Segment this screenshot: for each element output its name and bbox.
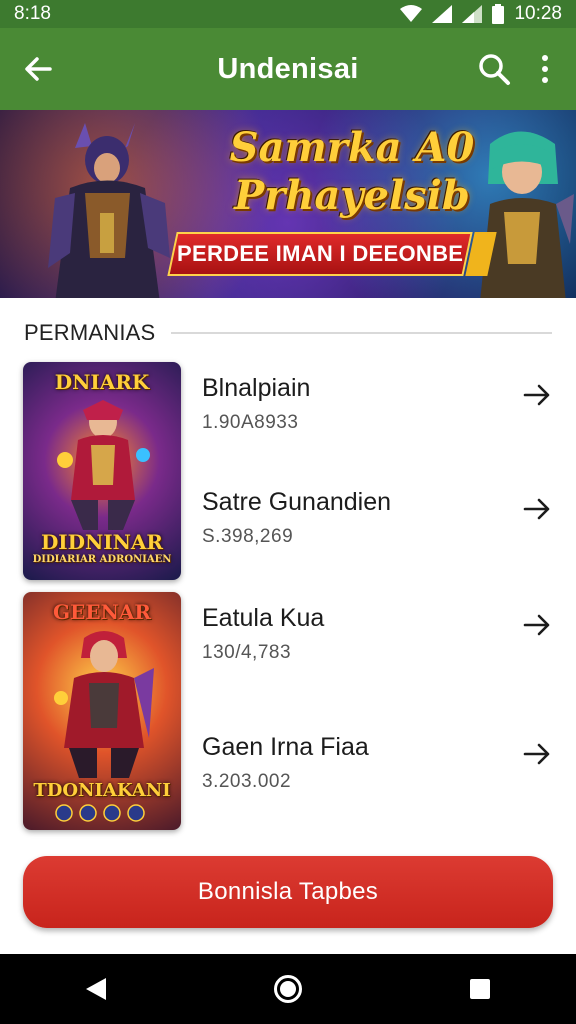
- hero-left-illustration: [48, 123, 170, 298]
- wifi-icon: [400, 5, 423, 22]
- arrow-right-icon[interactable]: [522, 380, 552, 410]
- back-arrow-icon: [25, 57, 52, 81]
- battery-icon: [492, 4, 505, 24]
- status-bar: 8:18 10:28: [0, 0, 576, 28]
- nav-recents-icon: [470, 979, 490, 999]
- nav-home-button[interactable]: [258, 959, 318, 1019]
- status-clock: 10:28: [514, 3, 562, 24]
- list-item-title: Gaen Irna Fiaa: [202, 733, 369, 761]
- arrow-right-icon[interactable]: [522, 739, 552, 769]
- more-vert-icon: [542, 55, 548, 83]
- card-art-subtitle: DIDNINAR: [40, 530, 164, 554]
- banner-ribbon: PERDEE IMAN I DEEONBE: [167, 232, 473, 276]
- search-icon: [479, 54, 510, 85]
- nav-back-button[interactable]: [66, 959, 126, 1019]
- list-item-title: Eatula Kua: [202, 604, 325, 632]
- card-art-title: GEENAR: [53, 600, 151, 624]
- section-header: PERMANIAS: [24, 318, 552, 348]
- section-divider: [171, 332, 552, 334]
- banner-title-line2: Prhayelsib: [234, 172, 470, 219]
- status-time: 8:18: [14, 3, 51, 24]
- list-item-title: Blnalpiain: [202, 374, 311, 402]
- list-item-subtitle: 3.203.002: [202, 771, 292, 792]
- promo-banner[interactable]: Samrka A0 Prhayelsib PERDEE IMAN I DEEON…: [0, 110, 576, 298]
- card-art-caption: DIDIARIAR ADRONIAEN: [32, 554, 172, 565]
- nav-recents-button[interactable]: [450, 959, 510, 1019]
- primary-action-button[interactable]: Bonnisla Tapbes: [23, 856, 553, 928]
- nav-back-icon: [86, 978, 106, 1000]
- back-button[interactable]: [16, 47, 60, 91]
- card-badges: [55, 804, 145, 822]
- more-options-button[interactable]: [530, 47, 560, 91]
- system-nav-bar: [0, 954, 576, 1024]
- section-title: PERMANIAS: [24, 320, 156, 345]
- list-item[interactable]: Gaen Irna Fiaa 3.203.002: [200, 733, 560, 813]
- arrow-right-icon[interactable]: [522, 610, 552, 640]
- banner-title: Samrka A0 Prhayelsib: [222, 124, 482, 220]
- list-item-title: Satre Gunandien: [202, 488, 392, 516]
- banner-ribbon-text: PERDEE IMAN I DEEONBE: [176, 241, 464, 266]
- list-item[interactable]: Blnalpiain 1.90A8933: [200, 374, 560, 454]
- nav-home-icon: [274, 975, 302, 1003]
- signal-icon: [462, 5, 483, 23]
- signal-icon: [432, 5, 453, 23]
- game-card-art[interactable]: DNIARK DIDNINAR DIDIARIAR ADRONIAEN: [23, 362, 181, 580]
- search-button[interactable]: [472, 47, 516, 91]
- app-bar: Undenisai: [0, 28, 576, 110]
- list-item[interactable]: Satre Gunandien S.398,269: [200, 488, 560, 568]
- card-art-subtitle: TDONIAKANI: [33, 780, 171, 801]
- card-art-title: DNIARK: [54, 370, 150, 394]
- game-card-art[interactable]: GEENAR TDONIAKANI: [23, 592, 181, 830]
- banner-title-line1: Samrka A0: [229, 124, 475, 171]
- card-hero-illustration: [57, 400, 150, 530]
- list-item-subtitle: 1.90A8933: [202, 412, 299, 433]
- card-hero-illustration: [54, 631, 154, 778]
- arrow-right-icon[interactable]: [522, 494, 552, 524]
- list-item[interactable]: Eatula Kua 130/4,783: [200, 604, 560, 684]
- status-icons: 10:28: [400, 3, 562, 25]
- list-item-subtitle: 130/4,783: [202, 642, 292, 663]
- list-item-subtitle: S.398,269: [202, 526, 294, 547]
